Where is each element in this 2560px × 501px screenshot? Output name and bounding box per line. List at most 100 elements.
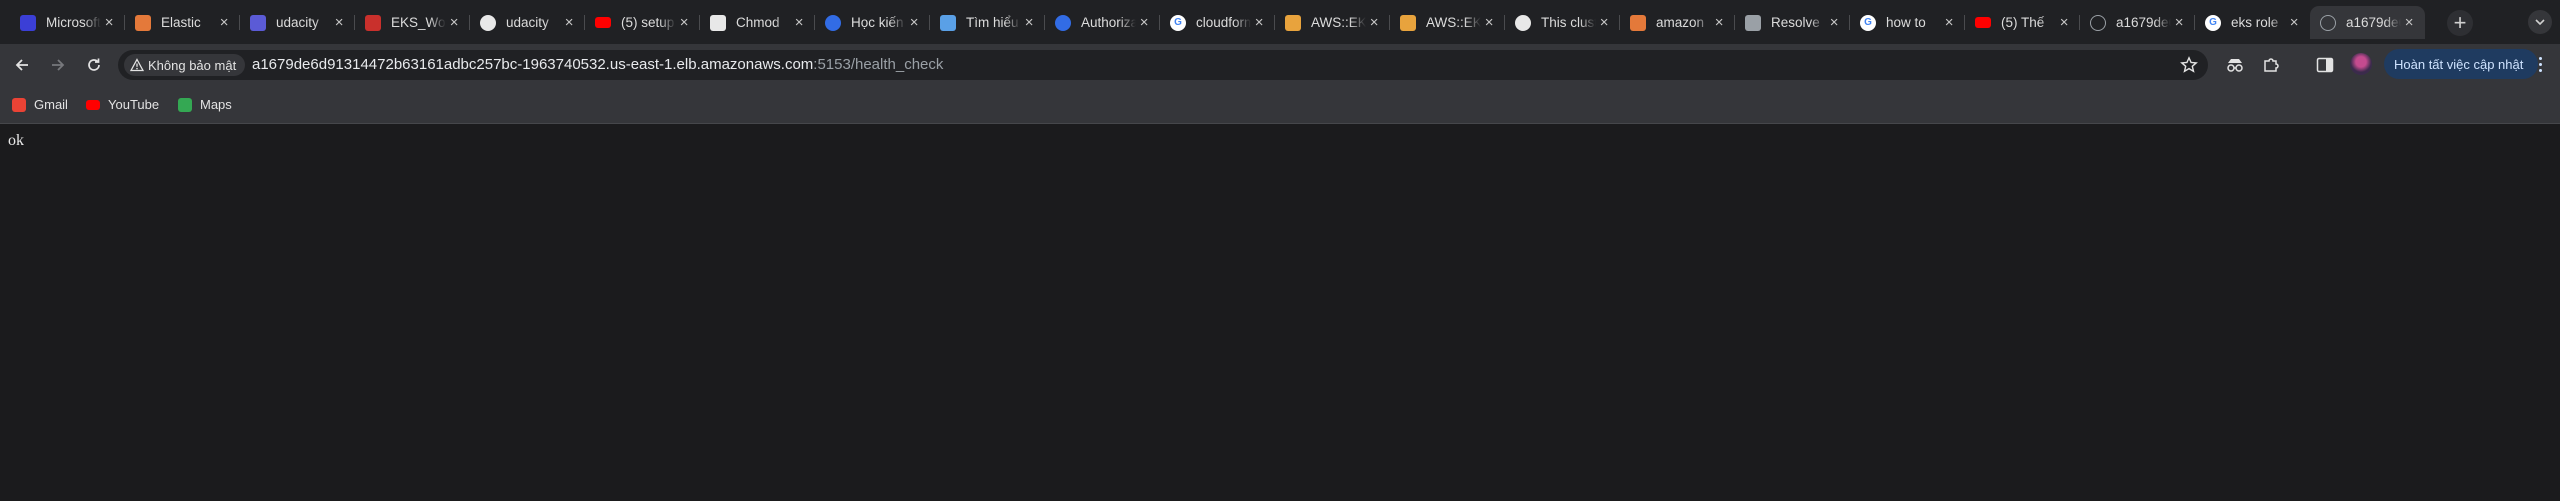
health-check-response: ok bbox=[8, 132, 24, 149]
close-icon[interactable]: × bbox=[1136, 14, 1152, 31]
tab-title: Chmod bbox=[736, 15, 780, 30]
tab-title: Học kiến bbox=[851, 15, 904, 30]
globe-icon bbox=[2320, 14, 2336, 31]
tab-title: udacity bbox=[276, 15, 319, 30]
bookmark-youtube[interactable]: YouTube bbox=[86, 97, 159, 112]
tab[interactable]: (5) Thế × bbox=[1965, 6, 2080, 39]
tab-title: (5) setup bbox=[621, 15, 675, 30]
close-icon[interactable]: × bbox=[1596, 14, 1612, 31]
close-icon[interactable]: × bbox=[2401, 14, 2417, 31]
tab-title: Elastic bbox=[161, 15, 201, 30]
close-icon[interactable]: × bbox=[2171, 14, 2187, 31]
tab[interactable]: amazon × bbox=[1620, 6, 1735, 39]
tab[interactable]: Elastic × bbox=[125, 6, 240, 39]
close-icon[interactable]: × bbox=[1941, 14, 1957, 31]
aws-box-icon bbox=[1285, 14, 1301, 31]
tab-strip: Microsoft×Elastic×udacity×EKS_Workshop×u… bbox=[0, 0, 2560, 44]
back-button[interactable] bbox=[10, 53, 34, 77]
terminal-icon bbox=[1745, 14, 1761, 31]
tab[interactable]: EKS_Workshop× bbox=[355, 6, 470, 39]
tab-active[interactable]: a1679de6 × bbox=[2310, 6, 2425, 39]
profile-avatar[interactable] bbox=[2350, 53, 2372, 75]
chevron-down-icon bbox=[2535, 19, 2545, 26]
close-icon[interactable]: × bbox=[561, 14, 577, 31]
close-icon[interactable]: × bbox=[216, 14, 232, 31]
close-icon[interactable]: × bbox=[446, 14, 462, 31]
close-icon[interactable]: × bbox=[1711, 14, 1727, 31]
close-icon[interactable]: × bbox=[331, 14, 347, 31]
udacity-icon bbox=[250, 14, 266, 31]
close-icon[interactable]: × bbox=[2286, 14, 2302, 31]
browser-toolbar: Không bảo mật a1679de6d91314472b63161adb… bbox=[0, 44, 2560, 86]
close-icon[interactable]: × bbox=[1366, 14, 1382, 31]
tab[interactable]: udacity × bbox=[240, 6, 355, 39]
tab[interactable]: Geks role × bbox=[2195, 6, 2310, 39]
tab-search-button[interactable] bbox=[2528, 10, 2552, 34]
close-icon[interactable]: × bbox=[1481, 14, 1497, 31]
tab[interactable]: Học kiến × bbox=[815, 6, 930, 39]
kubernetes-icon bbox=[825, 14, 841, 31]
bookmark-maps[interactable]: Maps bbox=[178, 97, 232, 112]
tab[interactable]: This cluster× bbox=[1505, 6, 1620, 39]
tab-title: how to bbox=[1886, 15, 1926, 30]
warning-icon bbox=[130, 58, 144, 72]
youtube-icon bbox=[595, 17, 611, 28]
tab[interactable]: udacity × bbox=[470, 6, 585, 39]
github-icon bbox=[480, 14, 496, 31]
tab[interactable]: Microsoft × bbox=[10, 6, 125, 39]
tab[interactable]: Ghow to × bbox=[1850, 6, 1965, 39]
security-label: Không bảo mật bbox=[148, 57, 237, 73]
bookmark-star-button[interactable] bbox=[2180, 56, 2198, 79]
close-icon[interactable]: × bbox=[906, 14, 922, 31]
maps-icon bbox=[178, 97, 192, 112]
arrow-left-icon bbox=[15, 59, 28, 71]
tab[interactable]: AWS::EKS× bbox=[1390, 6, 1505, 39]
new-tab-button[interactable]: + bbox=[2447, 10, 2473, 36]
close-icon[interactable]: × bbox=[791, 14, 807, 31]
update-button[interactable]: Hoàn tất việc cập nhật bbox=[2384, 49, 2538, 79]
tab[interactable]: Authorization× bbox=[1045, 6, 1160, 39]
security-chip[interactable]: Không bảo mật bbox=[124, 54, 246, 76]
tab-title: udacity bbox=[506, 15, 549, 30]
close-icon[interactable]: × bbox=[1021, 14, 1037, 31]
tab[interactable]: Resolve × bbox=[1735, 6, 1850, 39]
close-icon[interactable]: × bbox=[676, 14, 692, 31]
more-menu-button[interactable] bbox=[2530, 54, 2550, 74]
side-panel-icon bbox=[2316, 57, 2334, 73]
google-icon: G bbox=[1170, 14, 1186, 31]
forward-button[interactable] bbox=[46, 53, 70, 77]
tab[interactable]: Tìm hiểu × bbox=[930, 6, 1045, 39]
elastic-icon bbox=[135, 14, 151, 31]
tab-title: (5) Thế bbox=[2001, 15, 2045, 30]
reload-button[interactable] bbox=[82, 53, 106, 77]
close-icon[interactable]: × bbox=[1826, 14, 1842, 31]
chmod-icon bbox=[710, 14, 726, 31]
url-text[interactable]: a1679de6d91314472b63161adbc257bc-1963740… bbox=[252, 56, 943, 73]
aws-box-icon bbox=[1400, 14, 1416, 31]
tab[interactable]: Chmod × bbox=[700, 6, 815, 39]
close-icon[interactable]: × bbox=[1251, 14, 1267, 31]
tab-title: AWS::EKS bbox=[1311, 15, 1367, 30]
tab[interactable]: a1679de6 × bbox=[2080, 6, 2195, 39]
bookmark-gmail[interactable]: Gmail bbox=[12, 97, 68, 112]
bookmarks-bar: Gmail YouTube Maps bbox=[0, 86, 2560, 124]
tab-title: Authorization bbox=[1081, 15, 1137, 30]
address-bar[interactable]: Không bảo mật a1679de6d91314472b63161adb… bbox=[118, 50, 2208, 80]
tab[interactable]: (5) setup × bbox=[585, 6, 700, 39]
side-panel-button[interactable] bbox=[2313, 53, 2337, 77]
close-icon[interactable]: × bbox=[2056, 14, 2072, 31]
extensions-button[interactable] bbox=[2259, 53, 2283, 77]
eks-icon bbox=[365, 14, 381, 31]
github-icon bbox=[1515, 14, 1531, 31]
tab-title: Resolve bbox=[1771, 15, 1820, 30]
tab-title: a1679de6 bbox=[2116, 15, 2172, 30]
microsoft-icon bbox=[20, 14, 36, 31]
tab[interactable]: Gcloudformation× bbox=[1160, 6, 1275, 39]
bookmark-label: Gmail bbox=[34, 97, 68, 112]
bookmark-label: Maps bbox=[200, 97, 232, 112]
plus-icon: + bbox=[2453, 10, 2467, 35]
tab[interactable]: AWS::EKS× bbox=[1275, 6, 1390, 39]
reload-icon bbox=[88, 58, 100, 71]
close-icon[interactable]: × bbox=[101, 14, 117, 31]
incognito-extension-button[interactable] bbox=[2223, 53, 2247, 77]
